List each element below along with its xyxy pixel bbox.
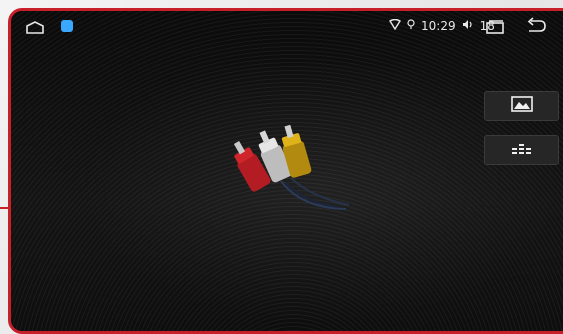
volume-icon: [462, 19, 474, 33]
equalizer-icon: [510, 141, 534, 160]
wifi-icon: [389, 18, 401, 33]
clock-time: 10:29: [421, 19, 456, 33]
status-indicators: 10:29 18: [389, 17, 495, 35]
status-bar: 10:29 18: [11, 11, 563, 41]
home-icon[interactable]: [25, 20, 45, 37]
back-icon[interactable]: [525, 17, 547, 38]
head-unit-frame: 10:29 18: [8, 8, 563, 334]
picture-icon: [510, 96, 533, 116]
app-icon[interactable]: [61, 20, 73, 32]
picture-settings-button[interactable]: [484, 91, 559, 121]
location-icon: [407, 19, 415, 33]
av-in-screen: 10:29 18: [11, 11, 563, 331]
recent-apps-icon[interactable]: [485, 20, 505, 37]
rca-cables-icon: [221, 123, 361, 217]
equalizer-button[interactable]: [484, 135, 559, 165]
